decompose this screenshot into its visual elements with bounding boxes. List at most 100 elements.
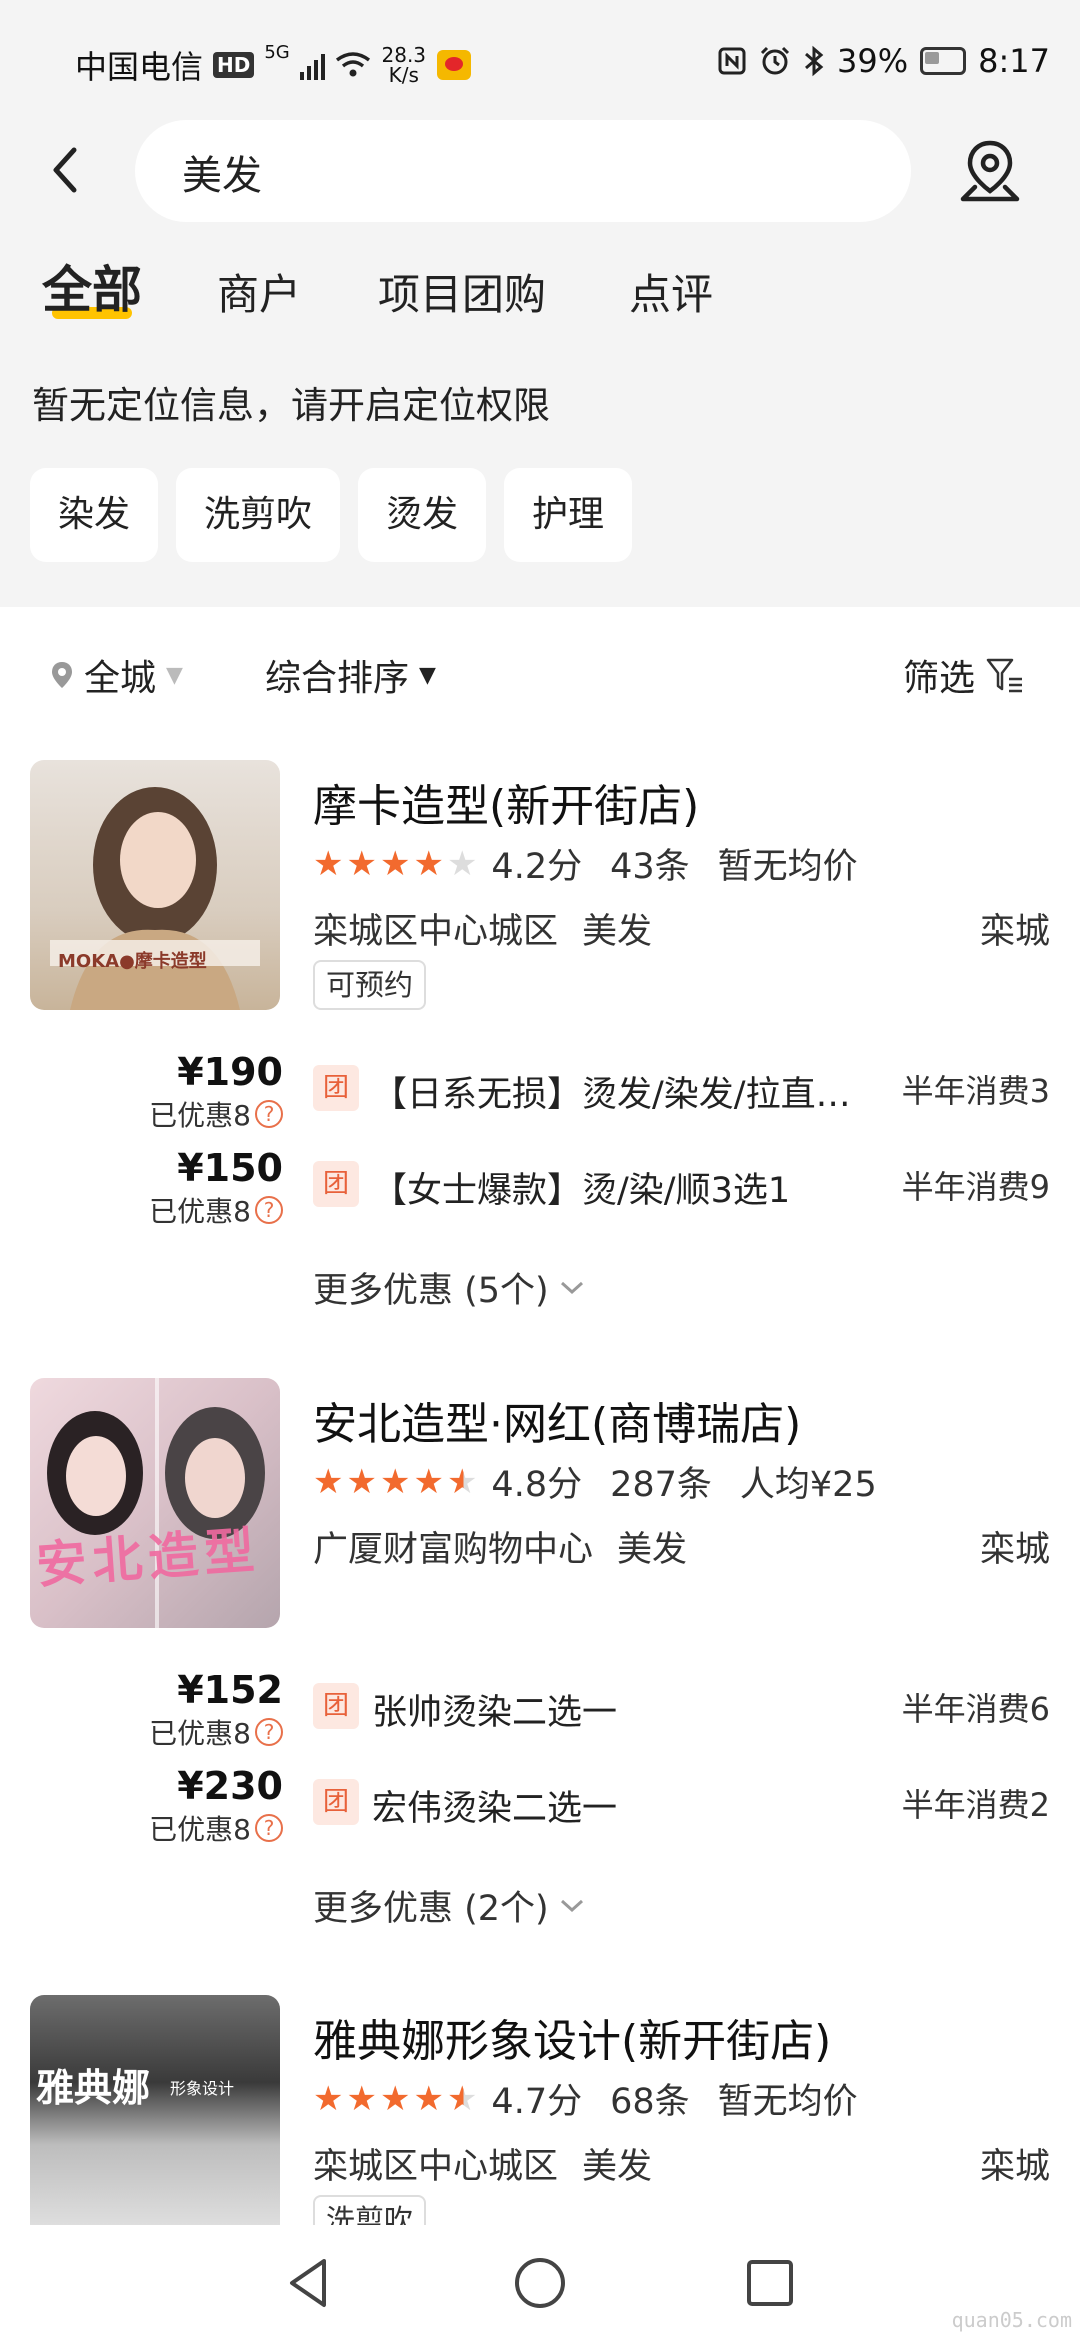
watermark: quan05.com: [951, 2308, 1072, 2332]
net-speed: 28.3 K/s: [381, 45, 427, 85]
nav-back-icon[interactable]: [280, 2253, 340, 2313]
deal-title: 宏伟烫染二选一: [372, 1789, 618, 1829]
star-icon: ★: [379, 843, 411, 884]
tab-merchants[interactable]: 商户: [217, 261, 301, 322]
deal-discount-text: 已优惠8: [149, 1195, 251, 1228]
bluetooth-icon: [805, 45, 824, 77]
district: 栾城区中心城区: [313, 2147, 559, 2187]
area-filter[interactable]: 全城 ▼: [50, 649, 183, 701]
chip-perm[interactable]: 烫发: [358, 468, 487, 562]
city: 栾城: [979, 1530, 1050, 1570]
average-price: 人均¥25: [739, 1465, 877, 1505]
deal-sold-count: 半年消费9: [901, 1168, 1050, 1206]
weibo-icon: [436, 50, 471, 80]
shop-thumbnail[interactable]: MOKA●摩卡造型: [30, 760, 280, 1010]
deal-price: ¥190: [177, 1050, 283, 1094]
star-icon: ★: [346, 843, 377, 884]
status-bar: 中国电信 HD 5G 28.3 K/s 39% 8:17: [0, 30, 1080, 90]
rating-row: ★ ★ ★ ★ ★ 4.7分 68条 暂无均价: [313, 2073, 858, 2124]
question-icon[interactable]: ?: [255, 1814, 283, 1842]
star-icon: ★: [346, 1461, 377, 1502]
chip-dye[interactable]: 染发: [30, 468, 159, 562]
deal-row[interactable]: ¥152 已优惠8? 团 张帅烫染二选一 半年消费6: [0, 1668, 1080, 1750]
star-icon: ★: [313, 2078, 344, 2119]
deal-sold-count: 半年消费3: [901, 1072, 1050, 1110]
shop-name[interactable]: 安北造型·网红(商博瑞店): [313, 1388, 801, 1452]
filter-label: 筛选: [903, 658, 976, 699]
deal-title: 张帅烫染二选一: [372, 1693, 618, 1733]
tab-reviews[interactable]: 点评: [629, 261, 713, 322]
deal-sold-count: 半年消费2: [901, 1786, 1050, 1824]
shop-name[interactable]: 摩卡造型(新开街店): [313, 770, 699, 834]
deal-discount-text: 已优惠8: [149, 1717, 251, 1750]
back-arrow-icon[interactable]: [40, 140, 90, 200]
category: 美发: [582, 912, 653, 952]
question-icon[interactable]: ?: [255, 1100, 283, 1128]
deal-title: 【日系无损】烫发/染发/拉直…: [372, 1075, 851, 1115]
star-icon: ★: [413, 2078, 444, 2119]
star-half-icon: ★: [446, 2078, 478, 2119]
location-row: 栾城区中心城区 美发: [313, 903, 652, 954]
search-box[interactable]: [135, 120, 911, 224]
chevron-down-icon: [560, 1281, 583, 1294]
deal-row[interactable]: ¥190 已优惠8? 团 【日系无损】烫发/染发/拉直… 半年消费3: [0, 1050, 1080, 1132]
deal-discount-text: 已优惠8: [149, 1813, 251, 1846]
rating-score: 4.8分: [491, 1465, 583, 1505]
deal-discount: 已优惠8?: [149, 1190, 283, 1230]
filter-button[interactable]: 筛选: [903, 649, 1025, 701]
wifi-icon: [335, 52, 370, 77]
chevron-down-icon: [560, 1899, 583, 1912]
group-deal-badge: 团: [313, 1161, 359, 1207]
shop-thumbnail[interactable]: 安北造型: [30, 1378, 280, 1628]
rating-score: 4.2分: [491, 847, 583, 887]
deal-price: ¥152: [177, 1668, 283, 1712]
star-icon: ★: [313, 1461, 344, 1502]
more-deals-link[interactable]: 更多优惠 (2个): [313, 1880, 585, 1931]
clock: 8:17: [978, 42, 1050, 80]
category: 美发: [582, 2147, 653, 2187]
star-icon: ★: [413, 843, 444, 884]
deal-discount-text: 已优惠8: [149, 1099, 251, 1132]
nav-recents-icon[interactable]: [740, 2253, 800, 2313]
star-icon: ★: [379, 1461, 411, 1502]
star-icon: ★: [413, 1461, 444, 1502]
deal-row[interactable]: ¥230 已优惠8? 团 宏伟烫染二选一 半年消费2: [0, 1764, 1080, 1846]
question-icon[interactable]: ?: [255, 1196, 283, 1224]
shop-name[interactable]: 雅典娜形象设计(新开街店): [313, 2005, 831, 2069]
city: 栾城: [979, 912, 1050, 952]
chip-wash-cut-blow[interactable]: 洗剪吹: [176, 468, 341, 562]
tab-all[interactable]: 全部: [42, 250, 142, 322]
nfc-icon: [718, 47, 746, 75]
caret-down-icon: ▼: [166, 662, 183, 688]
more-deals-label: 更多优惠 (2个): [313, 1889, 549, 1929]
rating-row: ★ ★ ★ ★ ★ 4.8分 287条 人均¥25: [313, 1456, 877, 1507]
more-deals-link[interactable]: 更多优惠 (5个): [313, 1262, 585, 1313]
system-nav-bar: quan05.com: [0, 2225, 1080, 2340]
sort-filter-label: 综合排序: [265, 658, 410, 699]
group-deal-badge: 团: [313, 1065, 359, 1111]
deal-row[interactable]: ¥150 已优惠8? 团 【女士爆款】烫/染/顺3选1 半年消费9: [0, 1146, 1080, 1228]
more-deals-label: 更多优惠 (5个): [313, 1271, 549, 1311]
shop-thumbnail[interactable]: 雅典娜 形象设计: [30, 1995, 280, 2245]
deal-discount: 已优惠8?: [149, 1808, 283, 1848]
filter-bar: 全城 ▼ 综合排序 ▼ 筛选: [0, 607, 1080, 737]
location-pin-icon[interactable]: [955, 135, 1025, 205]
battery-icon: [920, 47, 967, 75]
search-input[interactable]: [180, 120, 874, 224]
star-icon: ★: [379, 2078, 411, 2119]
average-price: 暂无均价: [717, 847, 858, 887]
district: 广厦财富购物中心: [313, 1530, 594, 1570]
quick-filter-chips: 染发 洗剪吹 烫发 护理: [30, 468, 633, 562]
signal-icon: [299, 50, 325, 80]
thumbnail-caption: 雅典娜: [36, 2066, 151, 2110]
deal-title: 【女士爆款】烫/染/顺3选1: [372, 1171, 791, 1211]
rating-score: 4.7分: [491, 2082, 583, 2122]
network-type: 5G: [264, 42, 290, 63]
question-icon[interactable]: ?: [255, 1718, 283, 1746]
chip-care[interactable]: 护理: [504, 468, 633, 562]
sort-filter[interactable]: 综合排序 ▼: [265, 649, 436, 701]
location-permission-hint[interactable]: 暂无定位信息，请开启定位权限: [32, 375, 550, 429]
tab-group-deals[interactable]: 项目团购: [378, 261, 546, 322]
deal-price: ¥230: [177, 1764, 283, 1808]
nav-home-icon[interactable]: [510, 2253, 570, 2313]
